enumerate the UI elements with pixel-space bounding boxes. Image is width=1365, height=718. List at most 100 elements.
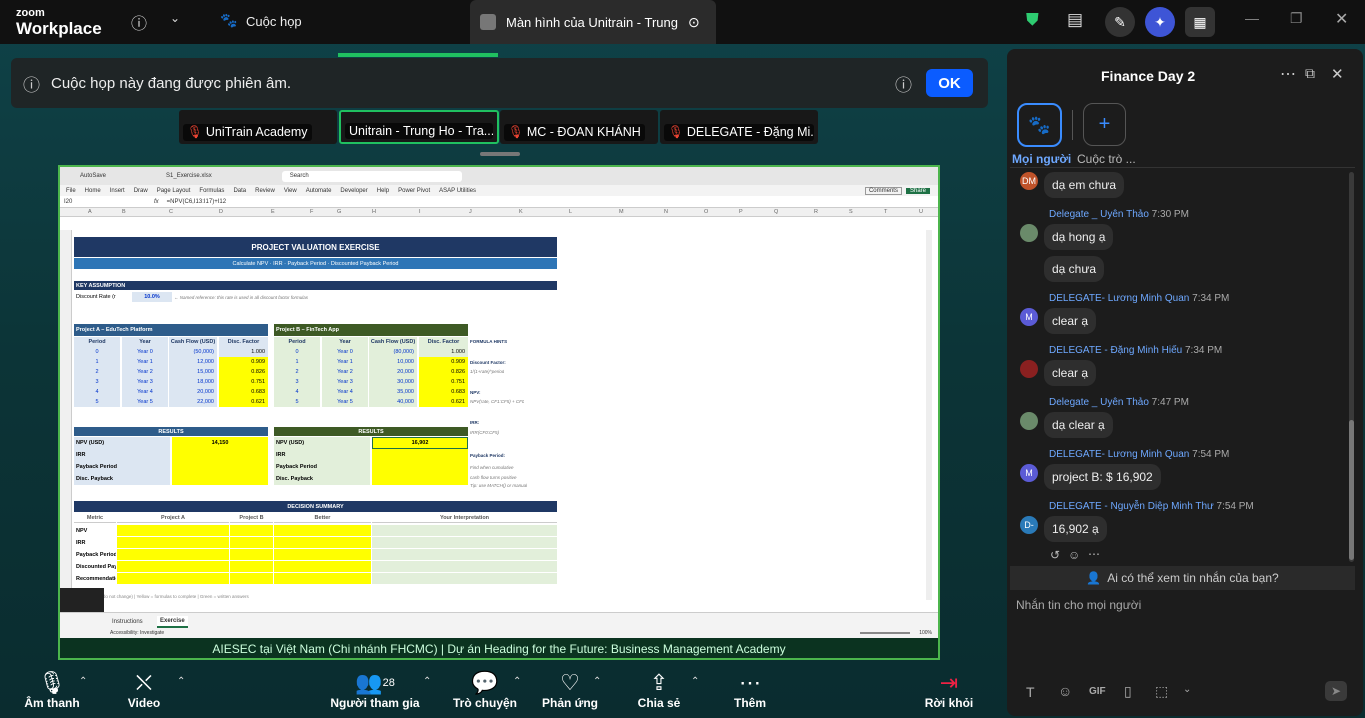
decision-cell-interp[interactable] (372, 525, 557, 536)
table-cell[interactable]: Year 2 (122, 367, 168, 377)
table-cell[interactable]: 22,000 (169, 397, 217, 407)
decision-cell-better[interactable] (274, 549, 371, 560)
column-header[interactable]: L (569, 209, 572, 215)
sheet-tab-exercise[interactable]: Exercise (157, 616, 188, 628)
chat-button[interactable]: 💬 Trò chuyện (452, 670, 518, 710)
table-cell[interactable]: 0.751 (419, 377, 468, 387)
menu-item[interactable]: Page Layout (157, 188, 191, 194)
tab-conversations[interactable]: Cuộc trò ... (1077, 152, 1136, 166)
message-sender[interactable]: DELEGATE- Lương Minh Quan 7:54 PM (1049, 449, 1229, 460)
table-cell[interactable]: Year 0 (122, 347, 168, 357)
column-header[interactable]: C (169, 209, 173, 215)
chevron-up-icon[interactable]: ⌃ (593, 676, 601, 687)
zoom-level[interactable]: 100% (919, 630, 932, 636)
table-cell[interactable]: 5 (74, 397, 120, 407)
participant-thumb[interactable]: Unitrain - Trung Ho - Tra... (339, 110, 499, 144)
table-cell[interactable]: Year 0 (322, 347, 368, 357)
share-button[interactable]: ⇪ Chia sẻ (634, 670, 684, 710)
screenshot-icon[interactable]: ⬚ (1155, 683, 1168, 700)
message-bubble[interactable]: project B: $ 16,902 (1044, 464, 1161, 490)
column-header[interactable]: E (271, 209, 275, 215)
chevron-down-icon[interactable]: ⌄ (170, 11, 180, 25)
participants-button[interactable]: 👥28 Người tham gia (330, 670, 420, 710)
result-value[interactable] (372, 449, 468, 461)
column-header[interactable]: J (469, 209, 472, 215)
leave-button[interactable]: ⇥ Rời khỏi (924, 670, 974, 710)
table-cell[interactable]: 0.751 (219, 377, 268, 387)
more-button[interactable]: ⋯ Thêm (728, 670, 772, 710)
chevron-up-icon[interactable]: ⌃ (177, 676, 185, 687)
decision-cell-better[interactable] (274, 573, 371, 584)
column-header[interactable]: H (372, 209, 376, 215)
decision-cell-b[interactable] (230, 561, 273, 572)
table-cell[interactable]: 3 (74, 377, 120, 387)
info-icon[interactable]: ⓘ (895, 71, 912, 96)
meeting-tab[interactable]: Cuộc họp (246, 14, 302, 29)
table-cell[interactable]: Year 1 (122, 357, 168, 367)
table-cell[interactable]: 3 (274, 377, 320, 387)
table-cell[interactable]: 10,000 (369, 357, 417, 367)
visibility-notice[interactable]: 👤 Ai có thể xem tin nhắn của bạn? (1010, 566, 1355, 590)
chat-input[interactable]: Nhắn tin cho mọi người (1016, 598, 1141, 612)
decision-cell-better[interactable] (274, 525, 371, 536)
menu-item[interactable]: Insert (110, 188, 125, 194)
column-header[interactable]: D (219, 209, 223, 215)
column-header[interactable]: P (739, 209, 743, 215)
more-icon[interactable]: ⋯ (1280, 64, 1296, 84)
reply-icon[interactable]: ↺ (1050, 548, 1060, 562)
table-cell[interactable]: 0.621 (219, 397, 268, 407)
column-header[interactable]: K (519, 209, 523, 215)
message-bubble[interactable]: dạ chưa (1044, 256, 1105, 282)
table-cell[interactable]: 0.909 (419, 357, 468, 367)
decision-cell-b[interactable] (230, 537, 273, 548)
table-cell[interactable]: Year 4 (322, 387, 368, 397)
decision-cell-a[interactable] (117, 561, 229, 572)
sheet-tab-instructions[interactable]: Instructions (112, 619, 143, 625)
decision-cell-b[interactable] (230, 549, 273, 560)
decision-cell-interp[interactable] (372, 561, 557, 572)
cell-reference[interactable]: I20 (64, 199, 154, 205)
popout-icon[interactable]: ⧉ (1305, 65, 1315, 82)
table-cell[interactable]: 35,000 (369, 387, 417, 397)
decision-cell-a[interactable] (117, 537, 229, 548)
table-cell[interactable]: Year 3 (322, 377, 368, 387)
column-header[interactable]: F (310, 209, 313, 215)
table-cell[interactable]: Year 3 (122, 377, 168, 387)
chevron-up-icon[interactable]: ⌃ (513, 676, 521, 687)
file-icon[interactable]: ▯ (1124, 683, 1132, 700)
result-value[interactable] (372, 461, 468, 473)
result-value[interactable] (172, 461, 268, 473)
table-cell[interactable]: 40,000 (369, 397, 417, 407)
table-cell[interactable]: 2 (274, 367, 320, 377)
decision-cell-better[interactable] (274, 537, 371, 548)
result-value[interactable] (172, 473, 268, 485)
menu-item[interactable]: File (66, 188, 76, 194)
avatar[interactable] (1020, 224, 1038, 242)
table-cell[interactable]: 0.909 (219, 357, 268, 367)
participant-thumb[interactable]: 🎙 DELEGATE - Đặng Mi... (660, 110, 818, 144)
menu-item[interactable]: Power Pivot (398, 188, 430, 194)
menu-item[interactable]: View (284, 188, 297, 194)
message-sender[interactable]: Delegate _ Uyên Thảo 7:30 PM (1049, 209, 1189, 220)
apps-icon[interactable]: ▦ (1185, 7, 1215, 37)
shared-screen[interactable]: AutoSave S1_Exercise.xlsx Search File Ho… (58, 165, 940, 660)
column-header[interactable]: R (814, 209, 818, 215)
vertical-scrollbar[interactable] (926, 230, 932, 600)
reactions-button[interactable]: ♡ Phản ứng (540, 670, 600, 710)
ok-button[interactable]: OK (926, 69, 973, 97)
table-cell[interactable]: 0.683 (419, 387, 468, 397)
shield-icon[interactable]: ⛊ (1026, 10, 1039, 30)
table-cell[interactable]: 30,000 (369, 377, 417, 387)
column-header[interactable]: S (849, 209, 853, 215)
participant-thumb[interactable]: 🎙 UniTrain Academy (179, 110, 337, 144)
format-text-icon[interactable]: T (1026, 684, 1035, 700)
table-cell[interactable]: (50,000) (169, 347, 217, 357)
table-cell[interactable]: 0.826 (219, 367, 268, 377)
accessibility-status[interactable]: Accessibility: Investigate (110, 630, 164, 636)
avatar[interactable] (1020, 360, 1038, 378)
table-cell[interactable]: Year 4 (122, 387, 168, 397)
close-icon[interactable]: ✕ (1335, 9, 1348, 29)
message-sender[interactable]: DELEGATE - Nguyễn Diệp Minh Thư 7:54 PM (1049, 501, 1254, 512)
column-header[interactable]: A (88, 209, 92, 215)
share-tab[interactable]: Màn hình của Unitrain - Trung Họ ⊙ (470, 0, 716, 44)
